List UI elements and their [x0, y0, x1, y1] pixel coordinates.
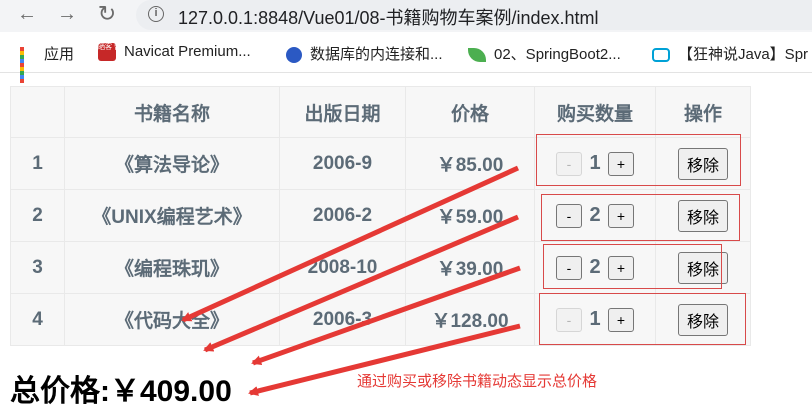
quantity-cell: - 1 +	[534, 293, 656, 346]
increment-button[interactable]: +	[608, 255, 634, 280]
remove-button[interactable]: 移除	[677, 251, 728, 284]
quantity-value: 2	[589, 256, 601, 278]
book-name: 《UNIX编程艺术》	[64, 189, 280, 242]
bookmark-kuangshen[interactable]: 【狂神说Java】Spr	[652, 43, 808, 64]
forward-arrow-icon[interactable]: →	[54, 0, 80, 32]
header-quantity: 购买数量	[534, 86, 656, 138]
book-name: 《代码大全》	[64, 293, 280, 346]
navicat-icon: 晒客 留言	[98, 43, 128, 62]
quantity-cell: - 1 +	[534, 137, 656, 190]
book-price: ￥59.00	[405, 189, 535, 242]
book-name: 《算法导论》	[64, 137, 280, 190]
increment-button[interactable]: +	[608, 151, 634, 176]
reload-icon[interactable]: ↻	[94, 0, 120, 32]
publish-date: 2006-2	[279, 189, 406, 242]
book-price: ￥128.00	[405, 293, 535, 346]
decrement-button[interactable]: -	[556, 307, 582, 332]
remove-button[interactable]: 移除	[677, 147, 728, 180]
quantity-cell: - 2 +	[534, 189, 656, 242]
header-price: 价格	[405, 86, 535, 138]
table-header-row: 书籍名称 出版日期 价格 购买数量 操作	[10, 86, 751, 138]
bookmark-apps[interactable]: 应用	[20, 43, 75, 84]
bookmark-navicat[interactable]: 晒客 留言Navicat Premium...	[98, 43, 251, 62]
header-publish-date: 出版日期	[279, 86, 406, 138]
table-row: 4 《代码大全》 2006-3 ￥128.00 - 1 + 移除	[10, 293, 751, 346]
actions-cell: 移除	[655, 241, 751, 294]
book-price: ￥39.00	[405, 241, 535, 294]
bookmarks-bar: 应用 晒客 留言Navicat Premium... 数据库的内连接和... 0…	[0, 34, 812, 84]
back-arrow-icon[interactable]: ←	[14, 0, 40, 32]
actions-cell: 移除	[655, 189, 751, 242]
row-index: 1	[10, 137, 65, 190]
decrement-button[interactable]: -	[556, 151, 582, 176]
book-cart-table: 书籍名称 出版日期 价格 购买数量 操作 1 《算法导论》 2006-9 ￥85…	[10, 86, 751, 346]
quantity-cell: - 2 +	[534, 241, 656, 294]
actions-cell: 移除	[655, 293, 751, 346]
leaf-icon	[468, 48, 486, 63]
header-index	[10, 86, 65, 138]
row-index: 3	[10, 241, 65, 294]
quantity-value: 2	[589, 204, 601, 226]
annotation-text: 通过购买或移除书籍动态显示总价格	[357, 373, 598, 390]
increment-button[interactable]: +	[608, 203, 634, 228]
quantity-value: 1	[589, 152, 601, 174]
publish-date: 2006-3	[279, 293, 406, 346]
table-row: 1 《算法导论》 2006-9 ￥85.00 - 1 + 移除	[10, 137, 751, 190]
bookmark-label: 【狂神说Java】Spr	[678, 46, 809, 63]
remove-button[interactable]: 移除	[677, 199, 728, 232]
bookmark-label: Navicat Premium...	[124, 43, 251, 60]
quantity-value: 1	[589, 308, 601, 330]
publish-date: 2006-9	[279, 137, 406, 190]
actions-cell: 移除	[655, 137, 751, 190]
bookmark-label: 数据库的内连接和...	[310, 46, 443, 63]
address-bar[interactable]: i 127.0.0.1:8848/Vue01/08-书籍购物车案例/index.…	[136, 0, 812, 30]
bookmark-label: 应用	[44, 46, 75, 63]
book-name: 《编程珠玑》	[64, 241, 280, 294]
table-row: 2 《UNIX编程艺术》 2006-2 ￥59.00 - 2 + 移除	[10, 189, 751, 242]
row-index: 4	[10, 293, 65, 346]
header-actions: 操作	[655, 86, 751, 138]
bookmark-springboot[interactable]: 02、SpringBoot2...	[468, 43, 621, 64]
url-text[interactable]: 127.0.0.1:8848/Vue01/08-书籍购物车案例/index.ht…	[178, 4, 599, 30]
bookmark-label: 02、SpringBoot2...	[494, 46, 621, 63]
baidu-paw-icon	[286, 47, 302, 64]
header-book-name: 书籍名称	[64, 86, 280, 138]
book-price: ￥85.00	[405, 137, 535, 190]
bilibili-tv-icon	[652, 48, 670, 63]
total-price: 总价格:￥409.00	[10, 375, 232, 408]
publish-date: 2008-10	[279, 241, 406, 294]
bookmark-database[interactable]: 数据库的内连接和...	[286, 43, 443, 64]
remove-button[interactable]: 移除	[677, 303, 728, 336]
decrement-button[interactable]: -	[556, 255, 582, 280]
browser-toolbar: ← → ↻ i 127.0.0.1:8848/Vue01/08-书籍购物车案例/…	[0, 0, 812, 32]
site-info-icon[interactable]: i	[148, 6, 164, 22]
increment-button[interactable]: +	[608, 307, 634, 332]
apps-grid-icon	[20, 47, 36, 84]
decrement-button[interactable]: -	[556, 203, 582, 228]
table-row: 3 《编程珠玑》 2008-10 ￥39.00 - 2 + 移除	[10, 241, 751, 294]
row-index: 2	[10, 189, 65, 242]
